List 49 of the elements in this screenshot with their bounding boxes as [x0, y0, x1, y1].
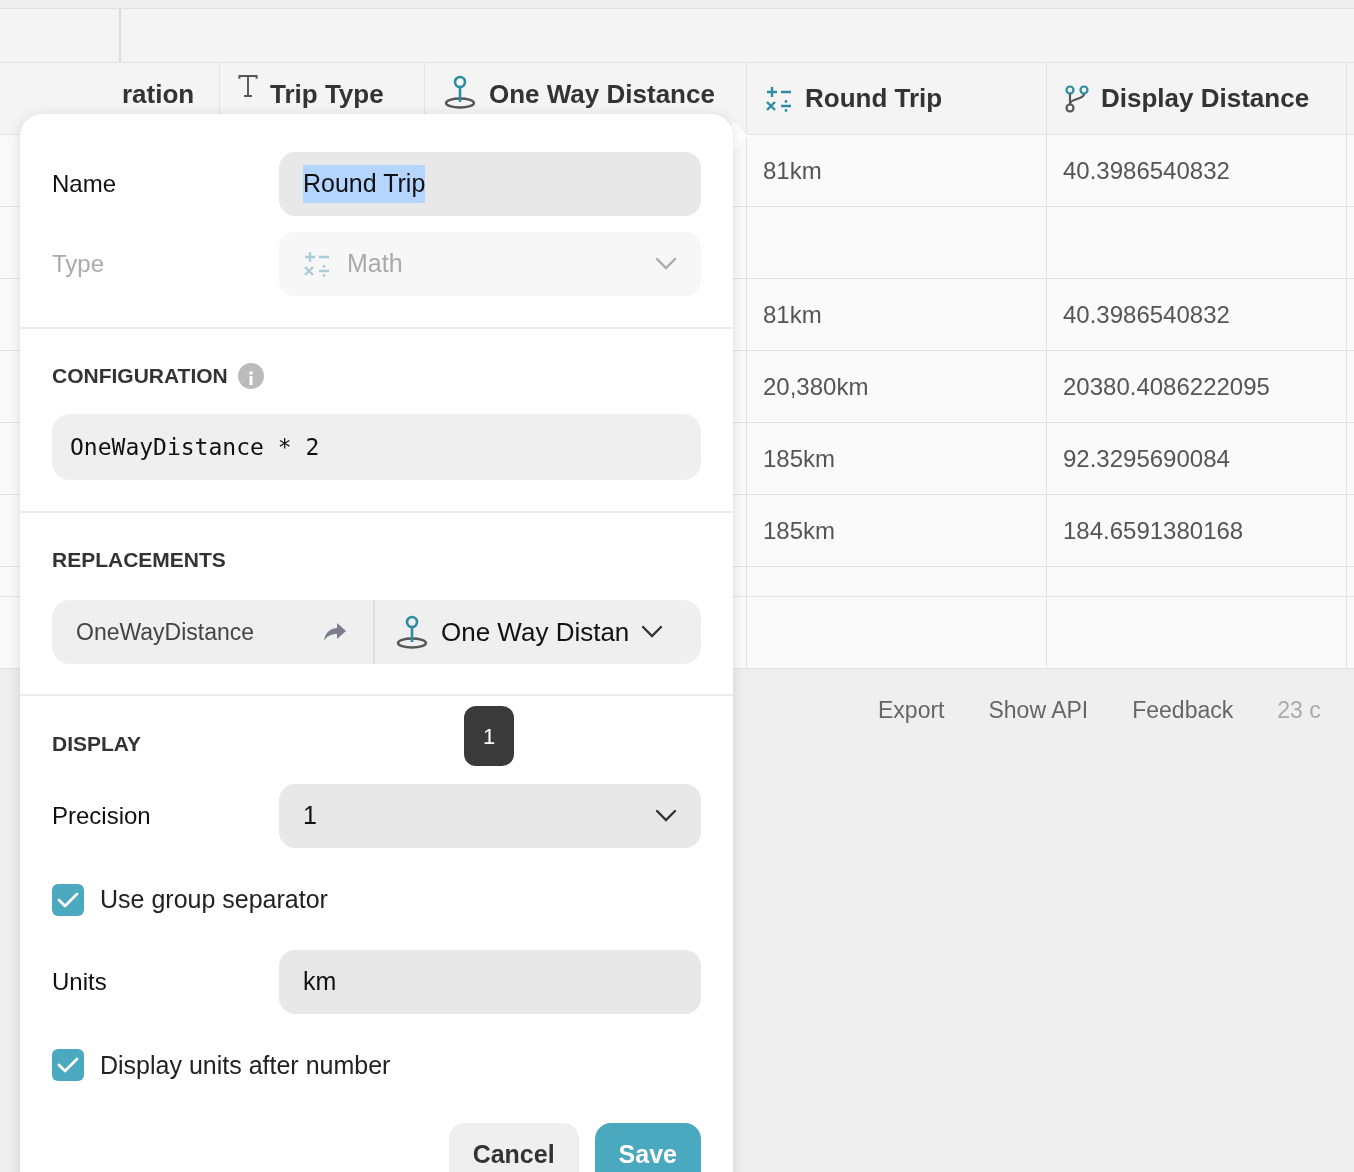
- footer-link[interactable]: Feedback: [1132, 693, 1234, 728]
- chevron-icon: [655, 257, 677, 271]
- checkbox-label: Use group separator: [100, 884, 328, 915]
- footer-link[interactable]: Export: [878, 693, 945, 728]
- table-cell: 92.3295690084: [1047, 423, 1347, 495]
- field-label: Precision: [52, 801, 152, 831]
- checkbox-label: Display units after number: [100, 1049, 391, 1081]
- formula-field[interactable]: OneWayDistance * 2: [52, 414, 701, 480]
- column-header[interactable]: Display Distance: [1047, 63, 1347, 135]
- field-label: Type: [52, 249, 106, 279]
- field-label: Name: [52, 169, 118, 199]
- share-arrow-icon: [323, 622, 347, 642]
- text-icon: [238, 75, 258, 97]
- table-cell: 20380.4086222095: [1047, 351, 1347, 423]
- check-icon: [57, 890, 79, 909]
- check-icon: [57, 1056, 79, 1075]
- section-title: DISPLAY: [52, 731, 142, 757]
- field-label: Units: [52, 966, 108, 997]
- row-count: 23 c: [1277, 696, 1321, 725]
- table-cell: 185km: [747, 423, 1047, 495]
- info-icon: [237, 363, 264, 389]
- checkbox[interactable]: [52, 1049, 84, 1082]
- table-cell: 185km: [747, 495, 1047, 567]
- chevron-icon: [641, 625, 664, 639]
- name-field[interactable]: Round Trip: [279, 152, 701, 216]
- table-cell: 81km: [747, 135, 1047, 207]
- table-cell: 40.3986540832: [1047, 135, 1347, 207]
- selected-text: Round Trip: [303, 165, 426, 203]
- tooltip: 1: [464, 706, 514, 766]
- section-title: REPLACEMENTS: [52, 547, 226, 573]
- table-cell: 81km: [747, 279, 1047, 351]
- variable-name: OneWayDistance: [76, 617, 255, 647]
- table-cell: 20,380km: [747, 351, 1047, 423]
- footer-link[interactable]: Show API: [988, 693, 1089, 728]
- chevron-icon: [655, 809, 677, 823]
- section-title: CONFIGURATION: [52, 363, 228, 389]
- table-cell: 40.3986540832: [1047, 279, 1347, 351]
- precision-select[interactable]: 1: [279, 784, 701, 848]
- pin-icon: [395, 615, 429, 649]
- branch-icon: [1065, 84, 1089, 113]
- pin-icon: [443, 75, 477, 109]
- column-header[interactable]: Round Trip: [747, 63, 1047, 135]
- units-field[interactable]: km: [279, 949, 701, 1014]
- math-icon: [303, 251, 331, 277]
- column-select[interactable]: One Way Distan: [375, 600, 701, 664]
- math-icon: [765, 85, 793, 112]
- table-cell: 184.6591380168: [1047, 495, 1347, 567]
- cancel-button[interactable]: Cancel: [448, 1123, 579, 1172]
- checkbox[interactable]: [52, 883, 84, 916]
